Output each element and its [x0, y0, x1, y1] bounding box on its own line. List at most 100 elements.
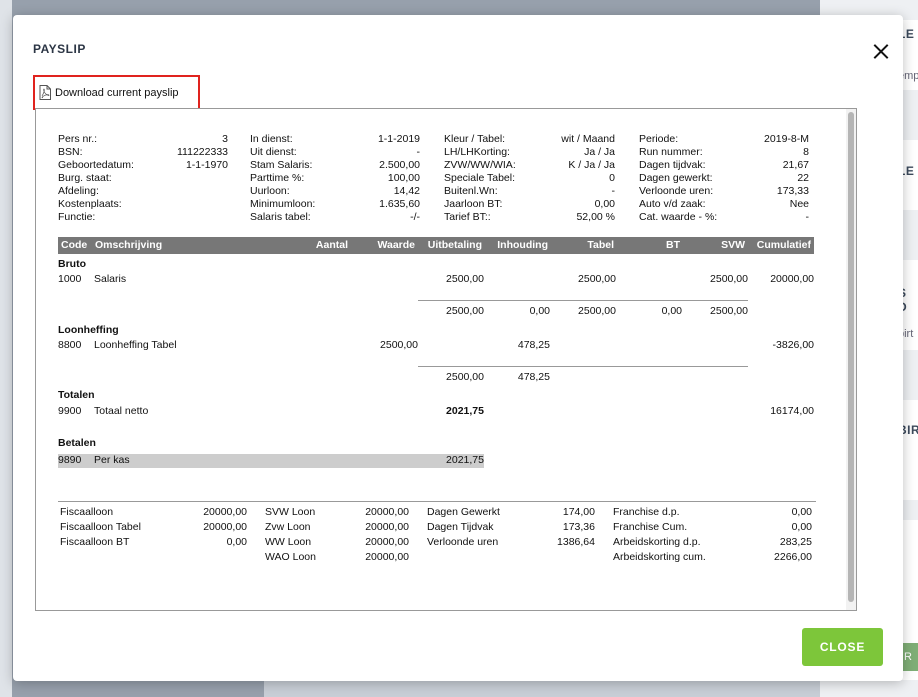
background-left-panel — [0, 0, 12, 697]
close-button[interactable]: CLOSE — [802, 628, 883, 666]
cell-text: 173,36 — [562, 521, 595, 533]
info-label: Kleur / Tabel: — [444, 133, 506, 145]
cell-text: 20000,00 — [365, 536, 409, 548]
cell-text: 20000,00 — [203, 506, 247, 518]
cell-text: 2500,00 — [380, 339, 418, 351]
info-value: 2019-8-M — [764, 133, 809, 145]
info-label: Stam Salaris: — [250, 159, 313, 171]
cell-text: Verloonde uren — [427, 536, 499, 548]
cell-text: 0,00 — [791, 506, 812, 518]
cell-text: Dagen Gewerkt — [427, 506, 500, 518]
cell-text: Fiscaalloon BT — [60, 536, 130, 548]
cell-text: Totaal netto — [94, 405, 149, 417]
cell-text: 2021,75 — [446, 454, 484, 466]
cell-text: 2266,00 — [774, 551, 812, 563]
column-header: Code — [61, 239, 88, 251]
cell-text: 8800 — [58, 339, 82, 351]
cell-text: 478,25 — [517, 371, 550, 383]
info-value: -/- — [410, 211, 420, 223]
info-label: Afdeling: — [58, 185, 99, 197]
footer-divider — [58, 501, 816, 502]
subtotal-divider — [418, 300, 748, 301]
info-value: 52,00 % — [576, 211, 615, 223]
section-title: Loonheffing — [58, 324, 119, 336]
column-header: Tabel — [587, 239, 614, 251]
info-value: 100,00 — [387, 172, 420, 184]
cell-text: Franchise Cum. — [613, 521, 688, 533]
info-label: Geboortedatum: — [58, 159, 134, 171]
info-label: Minimumloon: — [250, 198, 316, 210]
info-label: Tarief BT:: — [444, 211, 491, 223]
cell-text: 1386,64 — [557, 536, 595, 548]
info-value: 21,67 — [782, 159, 809, 171]
info-value: 14,42 — [393, 185, 420, 197]
column-header: Inhouding — [497, 239, 548, 251]
info-label: Run nummer: — [639, 146, 703, 158]
scrollbar-thumb[interactable] — [848, 112, 854, 602]
cell-text: 0,00 — [226, 536, 247, 548]
cell-text: Zvw Loon — [265, 521, 311, 533]
cell-text: 174,00 — [562, 506, 595, 518]
column-header: Uitbetaling — [427, 239, 482, 251]
info-label: Verloonde uren: — [639, 185, 714, 197]
info-label: Functie: — [58, 211, 96, 223]
cell-text: Arbeidskorting cum. — [613, 551, 706, 563]
cell-text: WW Loon — [265, 536, 312, 548]
info-value: 173,33 — [776, 185, 809, 197]
payslip-viewer[interactable]: Pers nr.: 3 BSN: 111222333 Geboortedatum… — [35, 108, 857, 611]
cell-text: Arbeidskorting d.p. — [613, 536, 701, 548]
info-value: 8 — [803, 146, 809, 158]
cell-text: 20000,00 — [203, 521, 247, 533]
subtotal-divider — [418, 366, 748, 367]
table-header: Code Omschrijving Aantal Waarde Uitbetal… — [58, 237, 814, 254]
info-label: Periode: — [639, 133, 679, 145]
info-value: 1-1-2019 — [377, 133, 420, 145]
cell-text: Salaris — [94, 273, 127, 285]
cell-text: Per kas — [94, 454, 130, 466]
info-label: Salaris tabel: — [250, 211, 311, 223]
info-value: K / Ja / Ja — [568, 159, 615, 171]
background-button: R — [902, 643, 918, 671]
cell-text: WAO Loon — [265, 551, 316, 563]
cell-text: -3826,00 — [772, 339, 814, 351]
column-header: Omschrijving — [95, 239, 163, 251]
info-value: wit / Maand — [561, 133, 615, 145]
info-label: Dagen gewerkt: — [639, 172, 713, 184]
info-value: 3 — [222, 133, 228, 145]
cell-text: 2500,00 — [446, 305, 484, 317]
info-label: Jaarloon BT: — [444, 198, 503, 210]
pdf-file-icon — [39, 85, 51, 100]
vertical-scrollbar[interactable] — [846, 109, 856, 610]
info-label: Speciale Tabel: — [444, 172, 516, 184]
download-payslip-link[interactable]: Download current payslip — [33, 75, 200, 110]
column-header: Cumulatief — [756, 239, 811, 251]
cell-text: Fiscaalloon Tabel — [60, 521, 141, 533]
download-payslip-label: Download current payslip — [55, 86, 179, 99]
cell-text: 478,25 — [517, 339, 550, 351]
close-icon[interactable] — [871, 42, 891, 62]
info-label: Parttime %: — [250, 172, 305, 184]
column-header: BT — [666, 239, 680, 251]
column-header: SVW — [721, 239, 745, 251]
info-label: Buitenl.Wn: — [444, 185, 498, 197]
info-label: Burg. staat: — [58, 172, 112, 184]
cell-text: 2500,00 — [446, 273, 484, 285]
cell-text: Dagen Tijdvak — [427, 521, 494, 533]
cell-text: Fiscaalloon — [60, 506, 114, 518]
cell-text: 20000,00 — [770, 273, 814, 285]
payslip-modal: PAYSLIP Download current payslip Pers nr… — [13, 15, 903, 681]
info-value: - — [611, 185, 616, 197]
info-value: 1.635,60 — [379, 198, 420, 210]
cell-text: 0,00 — [791, 521, 812, 533]
info-value: - — [805, 211, 810, 223]
cell-text: Loonheffing Tabel — [94, 339, 177, 351]
cell-text: 2500,00 — [710, 273, 748, 285]
cell-text: SVW Loon — [265, 506, 316, 518]
cell-text: 2500,00 — [710, 305, 748, 317]
info-label: Uit dienst: — [250, 146, 297, 158]
info-value: 0 — [609, 172, 615, 184]
info-value: 111222333 — [177, 146, 228, 158]
cell-text: 2500,00 — [446, 371, 484, 383]
info-label: Uurloon: — [250, 185, 290, 197]
background-bottom-strip — [264, 680, 820, 697]
